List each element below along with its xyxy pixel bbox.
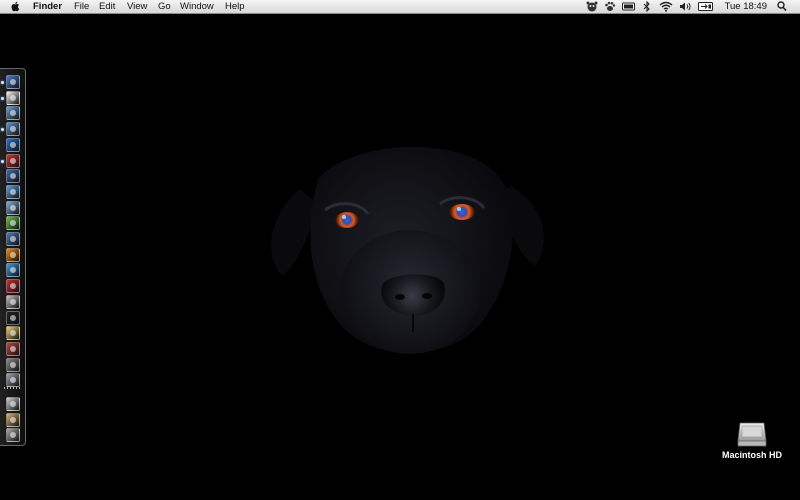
menu-help[interactable]: Help <box>225 0 245 13</box>
menu-bar: Finder File Edit View Go Window Help Tue… <box>0 0 800 14</box>
dock-separator <box>4 387 22 389</box>
system-tools-icon <box>10 204 16 211</box>
dock-item-steam[interactable] <box>6 169 20 184</box>
trash-icon <box>10 432 16 439</box>
paw-icon[interactable] <box>604 1 616 12</box>
dock-item-adium[interactable] <box>6 90 20 105</box>
terminal-icon <box>10 314 16 321</box>
camino-icon <box>10 110 16 117</box>
dock-item-disk-utility[interactable] <box>6 357 20 372</box>
disk-utility-icon <box>10 361 16 368</box>
menu-file[interactable]: File <box>74 0 89 13</box>
apple-logo-icon <box>11 1 20 12</box>
word-icon <box>10 141 16 148</box>
menu-go[interactable]: Go <box>158 0 171 13</box>
menubar-clock[interactable]: Tue 18:49 <box>725 0 767 13</box>
dock-item-weather[interactable] <box>6 326 20 341</box>
system-prefs-icon <box>10 377 16 384</box>
menu-edit[interactable]: Edit <box>99 0 115 13</box>
preview-icon <box>10 126 16 133</box>
dock-item-terminal[interactable] <box>6 310 20 325</box>
dock-item-safari[interactable] <box>6 184 20 199</box>
iphoto-icon <box>10 236 16 242</box>
input-source-icon[interactable] <box>698 1 713 12</box>
finder-icon <box>10 79 16 85</box>
safari-icon <box>10 188 16 195</box>
dock-item-word[interactable] <box>6 137 20 152</box>
desktop-wallpaper <box>0 14 800 500</box>
adium-icon <box>10 94 16 101</box>
flashcards-icon <box>10 283 16 290</box>
dock-item-vlc[interactable] <box>6 247 20 262</box>
desktop-drive-macintosh-hd[interactable]: Macintosh HD <box>718 420 786 468</box>
dock-item-quicktime[interactable] <box>6 263 20 278</box>
battery-badge-icon[interactable] <box>622 1 635 12</box>
running-indicator <box>1 81 4 84</box>
dock-item-finder[interactable] <box>6 75 20 89</box>
itunes-icon <box>10 220 16 227</box>
wifi-icon[interactable] <box>659 1 673 12</box>
app-menu-finder[interactable]: Finder <box>33 0 62 13</box>
magnet-icon <box>10 157 16 164</box>
dock-item-migration[interactable] <box>6 341 20 356</box>
dock-item-screenshot[interactable] <box>6 294 20 309</box>
dock-item-magnet[interactable] <box>6 153 20 168</box>
dock-item-documents[interactable] <box>6 412 20 427</box>
dock-item-itunes[interactable] <box>6 216 20 231</box>
dock-item-downloads[interactable] <box>6 397 20 411</box>
dock-item-flashcards[interactable] <box>6 279 20 294</box>
dock-item-preview[interactable] <box>6 122 20 137</box>
dock <box>0 68 26 446</box>
downloads-icon <box>10 401 16 407</box>
dock-item-iphoto[interactable] <box>6 232 20 246</box>
apple-menu[interactable] <box>10 0 22 13</box>
drive-label: Macintosh HD <box>721 450 782 460</box>
running-indicator <box>1 159 4 163</box>
dog-left-eye <box>335 212 359 228</box>
menu-view[interactable]: View <box>127 0 147 13</box>
dock-item-camino[interactable] <box>6 106 20 121</box>
dock-item-trash[interactable] <box>6 428 20 443</box>
vlc-icon <box>10 251 16 258</box>
spotlight-search-icon[interactable] <box>777 1 787 12</box>
growl-icon[interactable] <box>586 1 598 12</box>
dock-item-system-prefs[interactable] <box>6 373 20 388</box>
dock-item-system-tools[interactable] <box>6 200 20 215</box>
running-indicator <box>1 128 4 132</box>
quicktime-icon <box>10 267 16 274</box>
screenshot-icon <box>10 298 16 305</box>
documents-icon <box>10 416 16 423</box>
migration-icon <box>10 345 16 352</box>
menu-window[interactable]: Window <box>180 0 214 13</box>
volume-icon[interactable] <box>679 1 692 12</box>
hard-drive-icon <box>737 422 767 447</box>
weather-icon <box>10 330 16 337</box>
running-indicator <box>1 96 4 100</box>
steam-icon <box>10 173 16 180</box>
bluetooth-icon[interactable] <box>643 1 651 12</box>
dog-right-eye <box>449 204 475 220</box>
